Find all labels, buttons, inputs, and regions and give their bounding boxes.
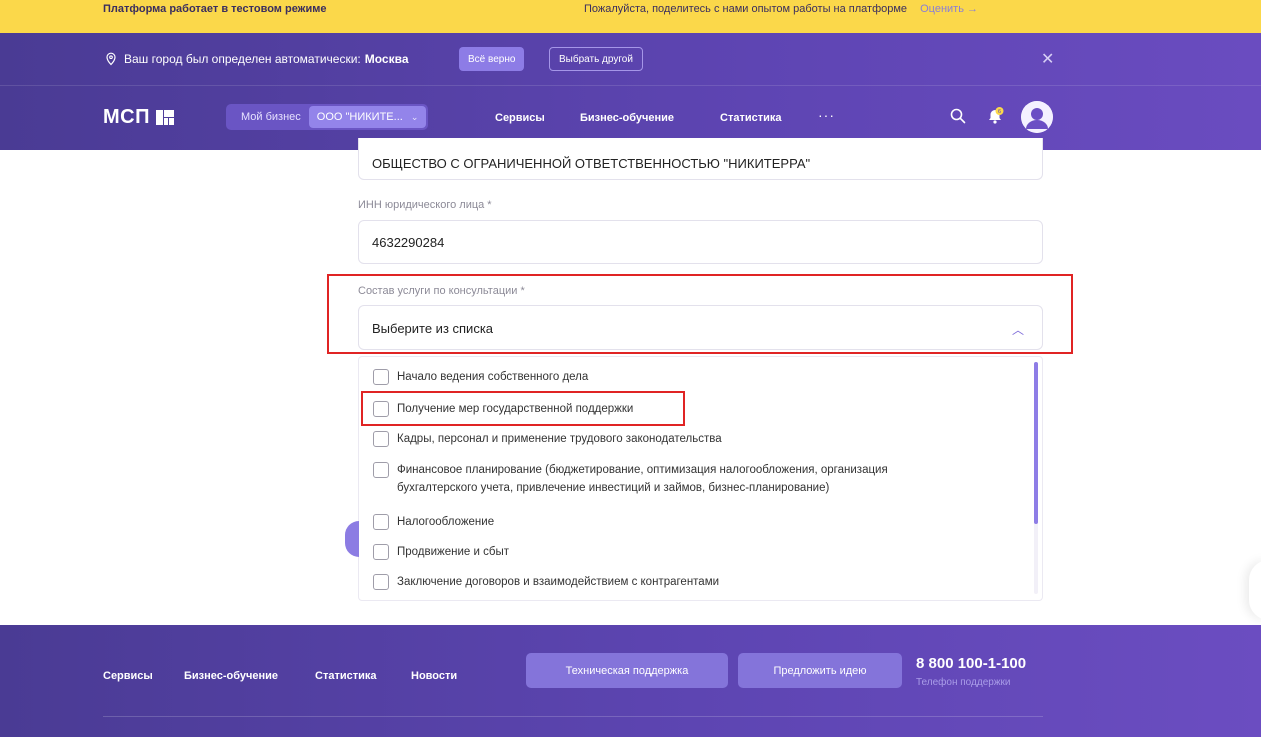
footer-link-services[interactable]: Сервисы: [103, 670, 153, 682]
search-icon[interactable]: [950, 108, 966, 124]
my-business-label[interactable]: Мой бизнес: [226, 111, 309, 123]
checkbox[interactable]: [373, 369, 389, 385]
close-icon[interactable]: ✕: [1041, 49, 1054, 69]
avatar[interactable]: [1021, 101, 1053, 133]
feedback-text: Пожалуйста, поделитесь с нами опытом раб…: [584, 3, 978, 15]
highlight-option: [361, 391, 685, 426]
test-mode-text: Платформа работает в тестовом режиме: [103, 3, 327, 15]
support-phone-caption: Телефон поддержки: [916, 677, 1011, 688]
test-mode-banner: Платформа работает в тестовом режиме Пож…: [0, 0, 1261, 33]
logo-mark-icon: [155, 110, 174, 125]
header-divider: [0, 85, 1261, 86]
geo-detection-bar: Ваш город был определен автоматически: М…: [104, 47, 409, 71]
hidden-button-edge[interactable]: [345, 521, 359, 557]
checkbox[interactable]: [373, 431, 389, 447]
option-label-line: бухгалтерского учета, привлечение инвест…: [397, 482, 830, 494]
checkbox[interactable]: [373, 574, 389, 590]
inn-field[interactable]: 4632290284: [358, 220, 1043, 264]
list-item[interactable]: Начало ведения собственного дела: [373, 368, 588, 386]
site-header: Ваш город был определен автоматически: М…: [0, 33, 1261, 150]
confirm-city-button[interactable]: Всё верно: [459, 47, 525, 71]
company-select-value: ООО "НИКИТЕ...: [316, 111, 403, 123]
nav-more-button[interactable]: ···: [818, 107, 835, 123]
feedback-message: Пожалуйста, поделитесь с нами опытом раб…: [584, 3, 908, 15]
side-widget-edge[interactable]: [1249, 560, 1261, 620]
location-pin-icon: [106, 52, 116, 66]
notifications-badge: 6: [998, 109, 1001, 115]
my-business-switcher: Мой бизнес ООО "НИКИТЕ... ⌄: [226, 104, 429, 130]
highlight-service-select: [327, 274, 1073, 354]
logo-text: МСП: [103, 106, 150, 128]
logo[interactable]: МСП: [103, 106, 174, 129]
scrollbar-thumb[interactable]: [1034, 362, 1038, 524]
inn-value: 4632290284: [372, 235, 445, 250]
user-avatar-icon: [1021, 101, 1053, 133]
list-item[interactable]: Кадры, персонал и применение трудового з…: [373, 430, 722, 448]
bell-icon[interactable]: 6: [985, 106, 1005, 126]
footer-link-statistics[interactable]: Статистика: [315, 670, 377, 682]
option-label: Заключение договоров и взаимодействием с…: [397, 576, 720, 588]
chevron-down-icon: ⌄: [410, 111, 419, 122]
checkbox[interactable]: [373, 514, 389, 530]
rate-link[interactable]: Оценить →: [920, 3, 978, 15]
nav-services[interactable]: Сервисы: [495, 112, 545, 124]
checkbox[interactable]: [373, 544, 389, 560]
checkbox[interactable]: [373, 462, 389, 478]
support-phone[interactable]: 8 800 100-1-100: [916, 655, 1026, 672]
suggest-idea-button[interactable]: Предложить идею: [738, 653, 902, 688]
list-item[interactable]: Продвижение и сбыт: [373, 543, 509, 561]
site-footer: Сервисы Бизнес-обучение Статистика Новос…: [0, 625, 1261, 737]
footer-link-news[interactable]: Новости: [411, 670, 457, 682]
tech-support-button[interactable]: Техническая поддержка: [526, 653, 728, 688]
footer-divider: [103, 716, 1043, 717]
company-name-field[interactable]: ОБЩЕСТВО С ОГРАНИЧЕННОЙ ОТВЕТСТВЕННОСТЬЮ…: [358, 138, 1043, 180]
company-name-value: ОБЩЕСТВО С ОГРАНИЧЕННОЙ ОТВЕТСТВЕННОСТЬЮ…: [372, 156, 811, 171]
footer-link-business-education[interactable]: Бизнес-обучение: [184, 670, 278, 682]
option-label-line: Финансовое планирование (бюджетирование,…: [397, 464, 888, 476]
list-item[interactable]: Налогообложение: [373, 513, 494, 531]
list-item[interactable]: Финансовое планирование (бюджетирование,…: [373, 461, 888, 497]
geo-text: Ваш город был определен автоматически:: [124, 52, 361, 66]
list-item[interactable]: Заключение договоров и взаимодействием с…: [373, 573, 719, 591]
page: Платформа работает в тестовом режиме Пож…: [0, 0, 1261, 737]
option-label: Кадры, персонал и применение трудового з…: [397, 433, 722, 445]
inn-label: ИНН юридического лица *: [358, 199, 492, 211]
nav-business-education[interactable]: Бизнес-обучение: [580, 112, 674, 124]
option-label: Начало ведения собственного дела: [397, 371, 589, 383]
choose-other-city-button[interactable]: Выбрать другой: [549, 47, 643, 71]
nav-statistics[interactable]: Статистика: [720, 112, 782, 124]
company-select[interactable]: ООО "НИКИТЕ... ⌄: [308, 106, 427, 128]
geo-city: Москва: [364, 52, 409, 66]
option-label: Продвижение и сбыт: [397, 546, 509, 558]
option-label: Налогообложение: [397, 516, 495, 528]
option-label-multiline: Финансовое планирование (бюджетирование,…: [397, 461, 888, 497]
